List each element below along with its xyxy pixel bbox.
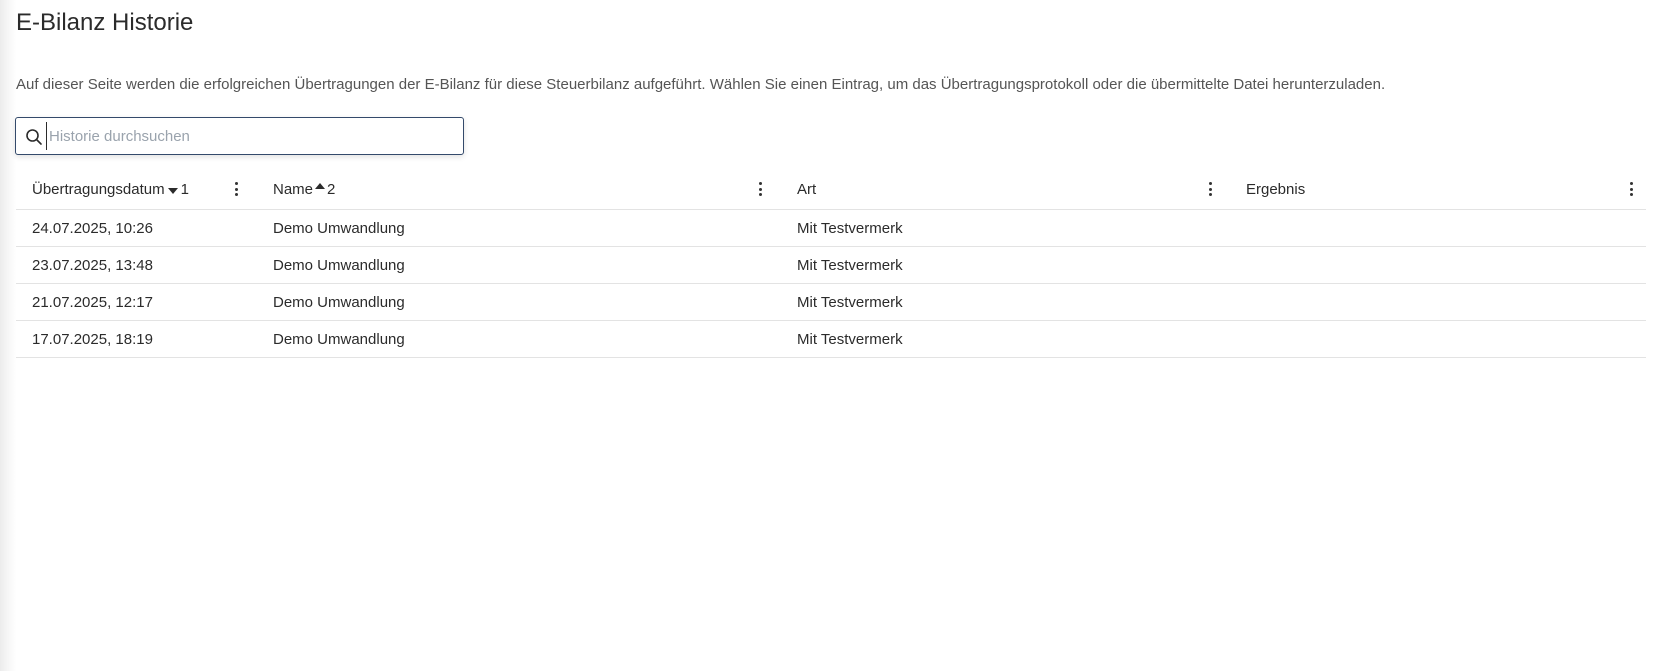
cell-date: 23.07.2025, 13:48: [32, 256, 153, 274]
cell-art: Mit Testvermerk: [797, 293, 903, 311]
cell-art: Mit Testvermerk: [797, 219, 903, 237]
column-menu-icon[interactable]: [1624, 179, 1638, 199]
history-table: Übertragungsdatum 1 Name 2 Art Ergebnis …: [16, 169, 1646, 358]
column-header-ergebnis[interactable]: Ergebnis: [1246, 169, 1305, 209]
cell-name: Demo Umwandlung: [273, 219, 405, 237]
cell-name: Demo Umwandlung: [273, 330, 405, 348]
column-menu-icon[interactable]: [229, 179, 243, 199]
cell-date: 21.07.2025, 12:17: [32, 293, 153, 311]
cell-art: Mit Testvermerk: [797, 330, 903, 348]
column-menu-icon[interactable]: [1203, 179, 1217, 199]
column-header-label: Übertragungsdatum: [32, 180, 165, 198]
column-header-date[interactable]: Übertragungsdatum 1: [32, 169, 189, 209]
search-box[interactable]: [15, 117, 464, 155]
table-header-row: Übertragungsdatum 1 Name 2 Art Ergebnis: [16, 169, 1646, 210]
table-row[interactable]: 24.07.2025, 10:26 Demo Umwandlung Mit Te…: [16, 210, 1646, 247]
page-title: E-Bilanz Historie: [16, 9, 194, 36]
cell-date: 24.07.2025, 10:26: [32, 219, 153, 237]
column-header-label: Art: [797, 180, 817, 198]
search-input[interactable]: [46, 122, 451, 150]
sort-order-number: 2: [327, 180, 336, 198]
column-header-name[interactable]: Name 2: [273, 169, 335, 209]
table-row[interactable]: 23.07.2025, 13:48 Demo Umwandlung Mit Te…: [16, 247, 1646, 284]
sort-descending-icon: [167, 188, 178, 194]
left-panel-edge: [0, 0, 16, 671]
cell-art: Mit Testvermerk: [797, 256, 903, 274]
cell-name: Demo Umwandlung: [273, 293, 405, 311]
column-header-label: Name: [273, 180, 314, 198]
column-menu-icon[interactable]: [753, 179, 767, 199]
column-header-label: Ergebnis: [1246, 180, 1306, 198]
table-row[interactable]: 17.07.2025, 18:19 Demo Umwandlung Mit Te…: [16, 321, 1646, 358]
cell-date: 17.07.2025, 18:19: [32, 330, 153, 348]
cell-name: Demo Umwandlung: [273, 256, 405, 274]
table-row[interactable]: 21.07.2025, 12:17 Demo Umwandlung Mit Te…: [16, 284, 1646, 321]
column-header-art[interactable]: Art: [797, 169, 816, 209]
search-icon: [26, 129, 42, 145]
page-description: Auf dieser Seite werden die erfolgreiche…: [16, 76, 1386, 93]
sort-order-number: 1: [180, 180, 189, 198]
sort-ascending-icon: [315, 183, 326, 189]
